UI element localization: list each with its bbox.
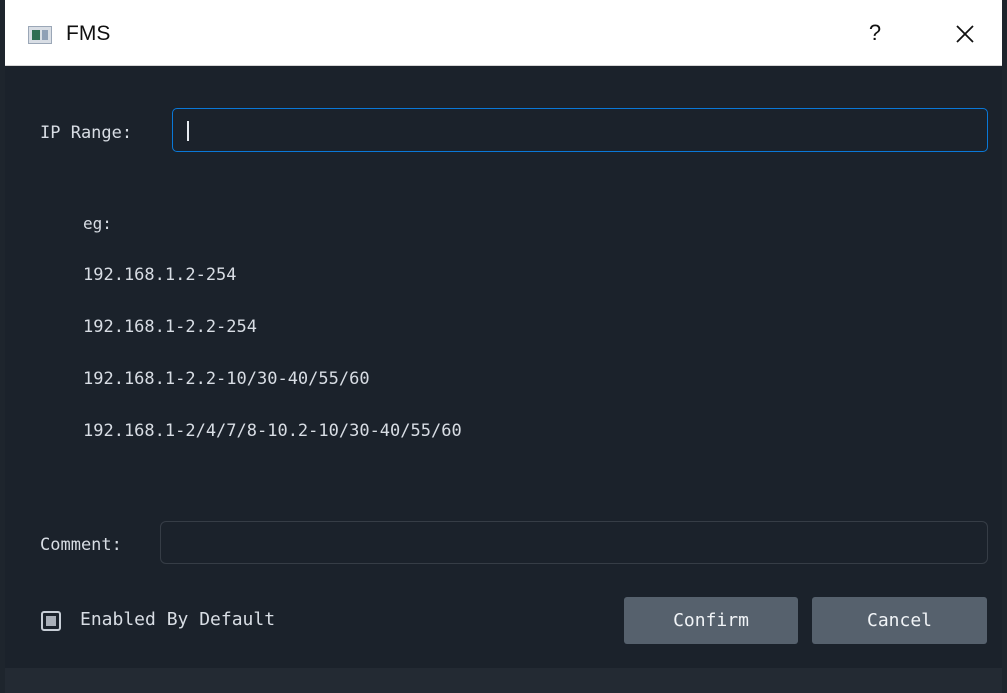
cancel-button[interactable]: Cancel: [812, 597, 987, 644]
confirm-button[interactable]: Confirm: [624, 597, 798, 644]
examples-label: eg:: [83, 214, 112, 233]
enabled-by-default-label[interactable]: Enabled By Default: [80, 608, 275, 632]
window-title: FMS: [66, 22, 111, 45]
comment-label: Comment:: [40, 535, 122, 555]
enabled-by-default-checkbox[interactable]: [41, 611, 61, 631]
help-button[interactable]: ?: [863, 16, 887, 50]
app-icon: [28, 26, 52, 44]
example-ip-3: 192.168.1-2.2-10/30-40/55/60: [83, 369, 370, 389]
close-button[interactable]: [946, 15, 984, 53]
comment-input[interactable]: [160, 521, 988, 564]
dialog-content: IP Range: eg: 192.168.1.2-254 192.168.1-…: [5, 66, 1002, 668]
example-ip-2: 192.168.1-2.2-254: [83, 317, 257, 337]
title-bar: FMS ?: [5, 0, 1002, 66]
bottom-edge: [5, 668, 1002, 693]
close-icon: [956, 25, 974, 43]
example-ip-1: 192.168.1.2-254: [83, 265, 237, 285]
ip-range-input[interactable]: [172, 108, 988, 152]
fms-dialog: FMS ? IP Range: eg: 192.168.1.2-254 192.…: [5, 0, 1002, 693]
ip-range-label: IP Range:: [40, 123, 133, 143]
text-cursor: [187, 121, 189, 141]
example-ip-4: 192.168.1-2/4/7/8-10.2-10/30-40/55/60: [83, 421, 462, 441]
